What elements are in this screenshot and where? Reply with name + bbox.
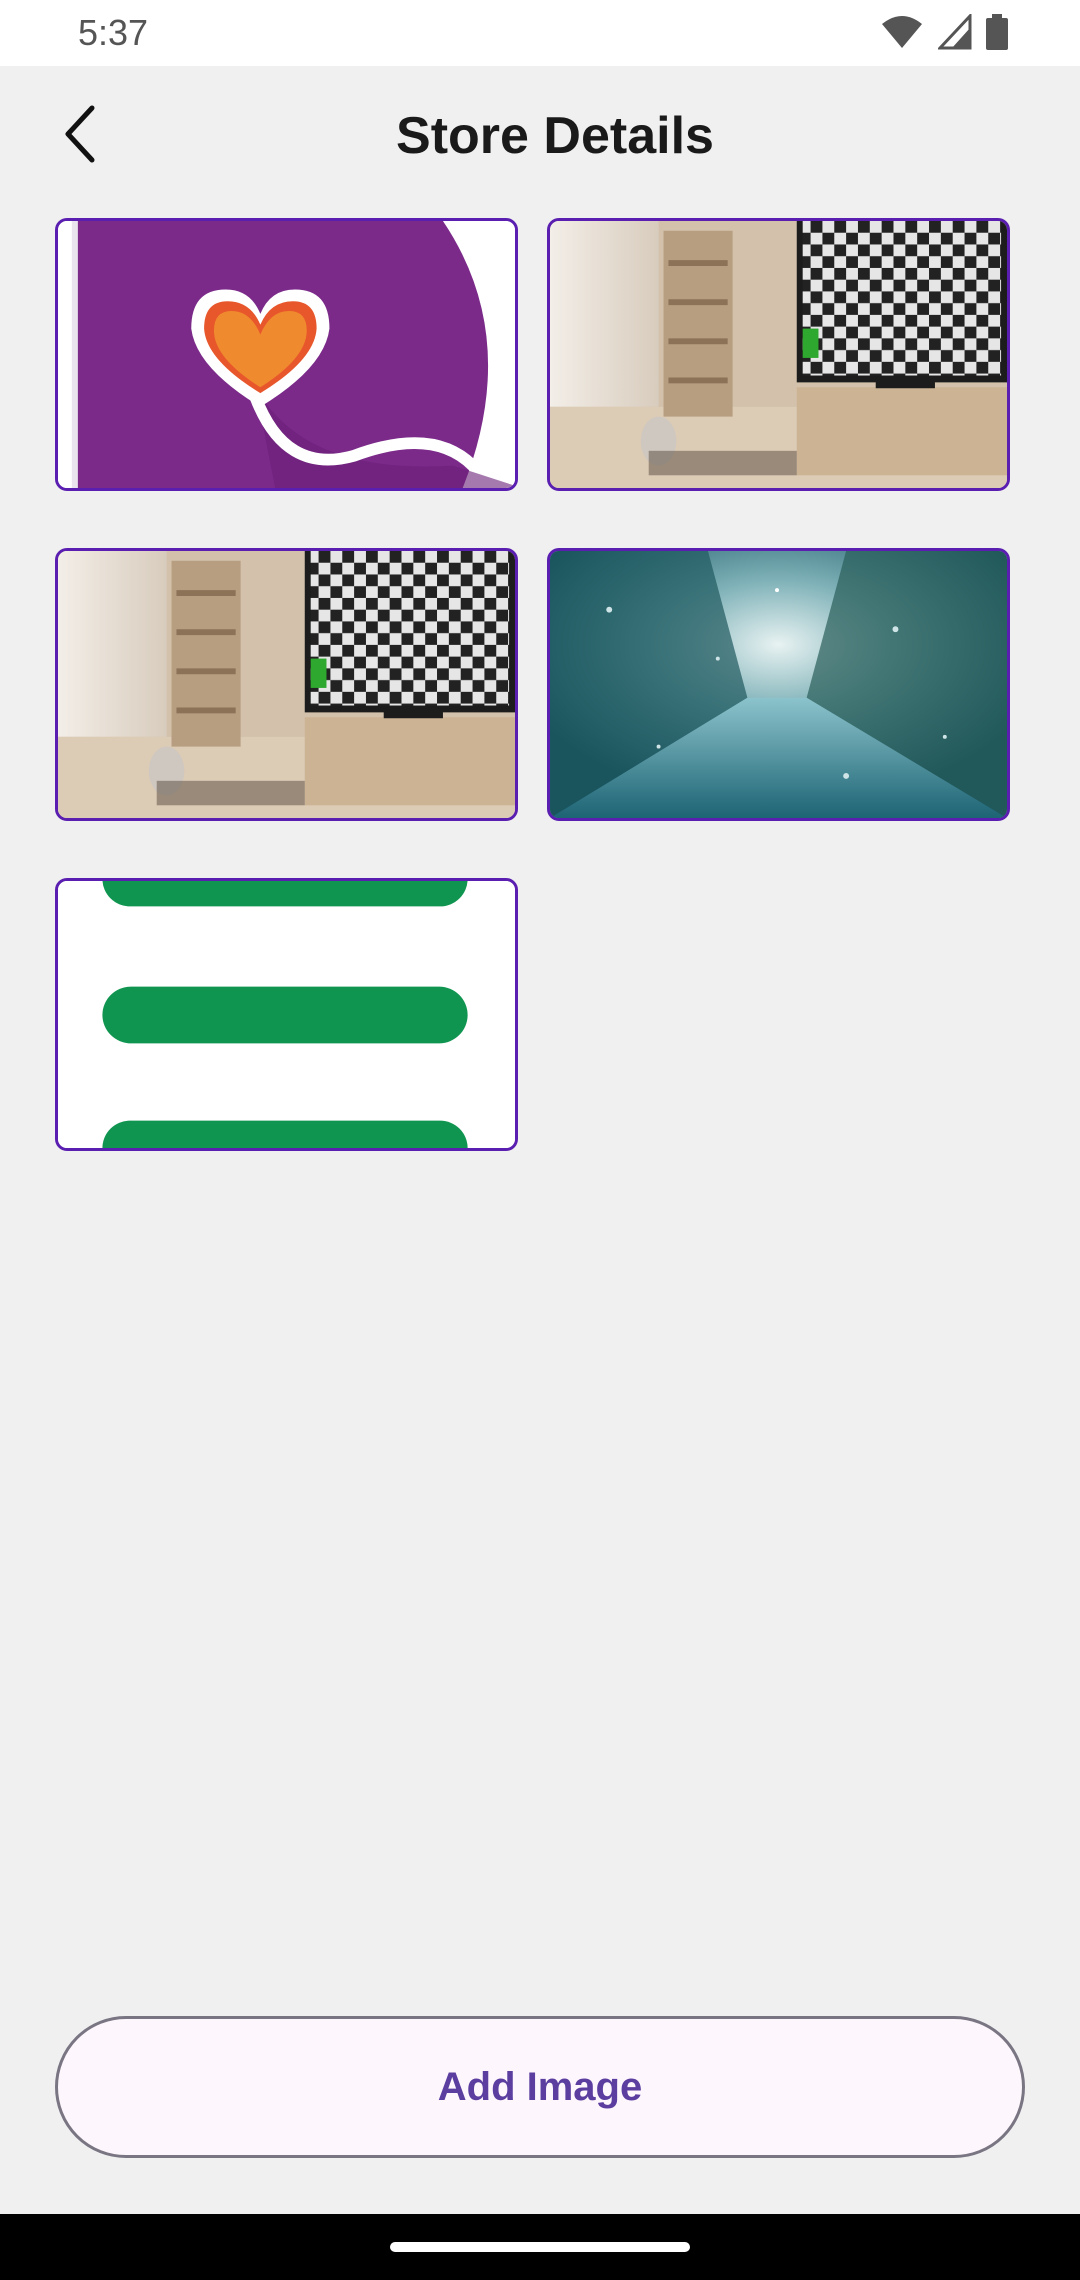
page-title: Store Details <box>396 107 714 165</box>
gallery-tile-4[interactable] <box>547 548 1010 821</box>
app-bar: Store Details <box>0 66 1080 208</box>
status-time: 5:37 <box>78 12 149 53</box>
add-image-button[interactable]: Add Image <box>55 2016 1025 2158</box>
status-bar: 5:37 <box>0 0 1080 66</box>
gallery-tile-5[interactable] <box>55 878 518 1151</box>
wifi-icon <box>880 14 924 55</box>
navigation-bar <box>0 2214 1080 2280</box>
green-bars-image <box>58 881 515 1148</box>
gallery-tile-2[interactable] <box>547 218 1010 491</box>
status-icons <box>880 11 1008 55</box>
living-room-tv-image <box>550 221 1007 488</box>
image-grid <box>55 218 1010 1158</box>
battery-icon <box>986 13 1008 55</box>
gallery-tile-3[interactable] <box>55 548 518 821</box>
gallery-tile-1[interactable] <box>55 218 518 491</box>
home-gesture-handle[interactable] <box>390 2242 690 2252</box>
heart-logo-image <box>58 221 515 488</box>
rainy-city-street-image <box>550 551 1007 818</box>
cellular-signal-icon <box>936 11 972 55</box>
living-room-tv-image <box>58 551 515 818</box>
